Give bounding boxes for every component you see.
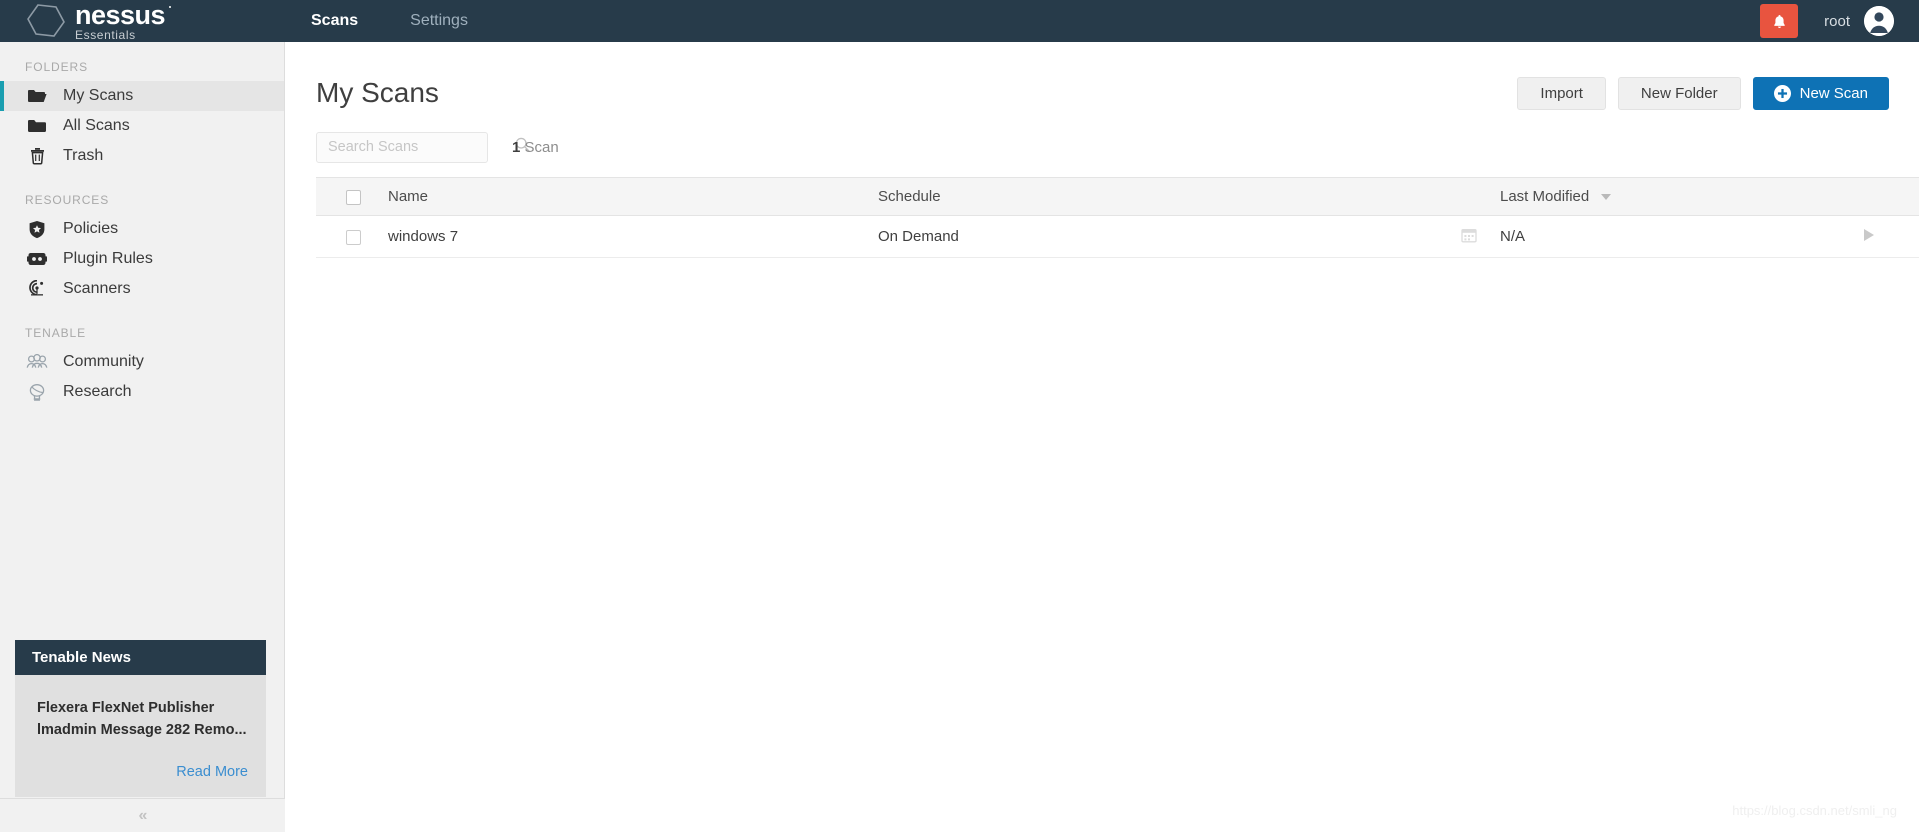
select-all-header — [316, 177, 388, 216]
table-header-row: Name Schedule Last Modified — [316, 177, 1919, 216]
launch-scan-button[interactable] — [1864, 229, 1874, 241]
column-header-schedule[interactable]: Schedule — [878, 177, 1438, 216]
people-icon — [25, 354, 49, 370]
calendar-icon — [1461, 228, 1477, 247]
play-icon — [1864, 229, 1874, 241]
sidebar-section-folders-label: FOLDERS — [25, 60, 88, 74]
folder-open-icon — [25, 88, 49, 104]
left-sidebar: FOLDERS My Scans All Scans Trash RESOURC… — [0, 42, 285, 832]
column-header-name[interactable]: Name — [388, 177, 878, 216]
sidebar-item-community[interactable]: Community — [0, 347, 284, 377]
sidebar-item-plugin-rules[interactable]: Plugin Rules — [0, 244, 284, 274]
tab-settings[interactable]: Settings — [384, 0, 494, 42]
scans-table-body: windows 7 On Demand N/A — [316, 215, 1919, 258]
hexagon-logo-icon — [27, 4, 65, 37]
column-header-last-modified-label: Last Modified — [1500, 188, 1590, 205]
row-launch-cell — [1830, 215, 1908, 258]
tab-scans[interactable]: Scans — [285, 0, 384, 42]
sidebar-section-resources-label: RESOURCES — [25, 193, 110, 207]
row-checkbox[interactable] — [346, 229, 361, 245]
tenable-news-panel: Tenable News Flexera FlexNet Publisher l… — [15, 640, 266, 797]
sidebar-item-label: Plugin Rules — [63, 250, 153, 267]
news-panel-body: Flexera FlexNet Publisher lmadmin Messag… — [15, 675, 266, 797]
column-header-launch-spacer — [1830, 177, 1908, 216]
folder-icon — [25, 118, 49, 134]
new-folder-button[interactable]: New Folder — [1617, 76, 1741, 110]
row-schedule: On Demand — [878, 215, 1438, 258]
trash-icon — [25, 147, 49, 165]
plus-circle-icon — [1773, 84, 1791, 102]
sidebar-item-all-scans[interactable]: All Scans — [0, 111, 284, 141]
column-header-last-modified[interactable]: Last Modified — [1500, 177, 1830, 216]
row-scan-name[interactable]: windows 7 — [388, 215, 878, 258]
scans-table: Name Schedule Last Modified windows 7 On… — [316, 177, 1919, 258]
news-headline[interactable]: Flexera FlexNet Publisher lmadmin Messag… — [37, 697, 248, 741]
sidebar-item-label: Scanners — [63, 280, 131, 297]
logo-edition-label: Essentials — [75, 27, 136, 42]
notifications-button[interactable] — [1760, 4, 1799, 38]
row-delete-cell — [1908, 215, 1919, 258]
news-panel-header: Tenable News — [15, 640, 266, 675]
sidebar-item-scanners[interactable]: Scanners — [0, 274, 284, 304]
user-avatar-icon — [1864, 6, 1894, 36]
select-all-checkbox[interactable] — [346, 189, 361, 205]
research-icon — [25, 383, 49, 402]
sidebar-item-trash[interactable]: Trash — [0, 141, 284, 171]
sidebar-item-policies[interactable]: Policies — [0, 214, 284, 244]
new-scan-label: New Scan — [1799, 84, 1868, 102]
scans-table-wrapper: Name Schedule Last Modified windows 7 On… — [286, 164, 1919, 258]
sidebar-section-tenable-label: TENABLE — [25, 326, 86, 340]
row-select-cell — [316, 215, 388, 258]
scans-toolbar: 1 Scan — [286, 116, 1919, 164]
source-watermark: https://blog.csdn.net/smli_ng — [1732, 803, 1897, 818]
radar-icon — [25, 280, 49, 298]
scan-count-number: 1 — [512, 138, 521, 156]
sidebar-item-label: Trash — [63, 147, 104, 164]
sidebar-item-label: Community — [63, 353, 144, 370]
topbar-right-cluster: root — [1760, 0, 1919, 42]
top-navigation-bar: nessus Essentials Scans Settings root — [0, 0, 1919, 42]
import-button[interactable]: Import — [1517, 76, 1606, 110]
sidebar-item-label: All Scans — [63, 117, 130, 134]
scans-table-head: Name Schedule Last Modified — [316, 177, 1919, 216]
table-row[interactable]: windows 7 On Demand N/A — [316, 215, 1919, 258]
scan-count: 1 Scan — [512, 139, 559, 156]
nessus-logo[interactable]: nessus Essentials — [0, 0, 285, 42]
sort-descending-icon — [1601, 194, 1612, 201]
shield-star-icon — [25, 220, 49, 239]
current-user-label: root — [1824, 12, 1850, 30]
page-header-actions: Import New Folder New Scan — [1517, 76, 1889, 110]
collapse-sidebar-button[interactable]: « — [0, 798, 285, 832]
column-header-delete-spacer — [1908, 177, 1919, 216]
sidebar-item-label: My Scans — [63, 87, 134, 104]
sidebar-item-label: Research — [63, 383, 132, 400]
sidebar-item-my-scans[interactable]: My Scans — [0, 81, 284, 111]
row-calendar-cell — [1438, 215, 1500, 258]
bell-icon — [1773, 14, 1785, 28]
page-header: My Scans Import New Folder New Scan — [286, 42, 1919, 116]
scan-count-label: Scan — [524, 138, 559, 156]
main-content: My Scans Import New Folder New Scan Sear… — [286, 42, 1919, 832]
new-scan-button[interactable]: New Scan — [1752, 76, 1889, 110]
row-last-modified: N/A — [1500, 215, 1830, 258]
news-read-more[interactable]: Read More — [37, 763, 248, 785]
primary-nav-tabs: Scans Settings — [285, 0, 494, 42]
page-title: My Scans — [316, 77, 439, 108]
user-avatar-button[interactable] — [1864, 6, 1894, 36]
read-more-link[interactable]: Read More — [176, 764, 248, 780]
logo-wordmark: nessus — [75, 0, 172, 30]
search-input[interactable] — [328, 139, 515, 155]
search-scans-box[interactable] — [316, 131, 530, 163]
sidebar-item-label: Policies — [63, 220, 119, 237]
sidebar-item-research[interactable]: Research — [0, 377, 284, 407]
plugin-icon — [25, 251, 49, 267]
column-header-calendar-spacer — [1438, 177, 1500, 216]
